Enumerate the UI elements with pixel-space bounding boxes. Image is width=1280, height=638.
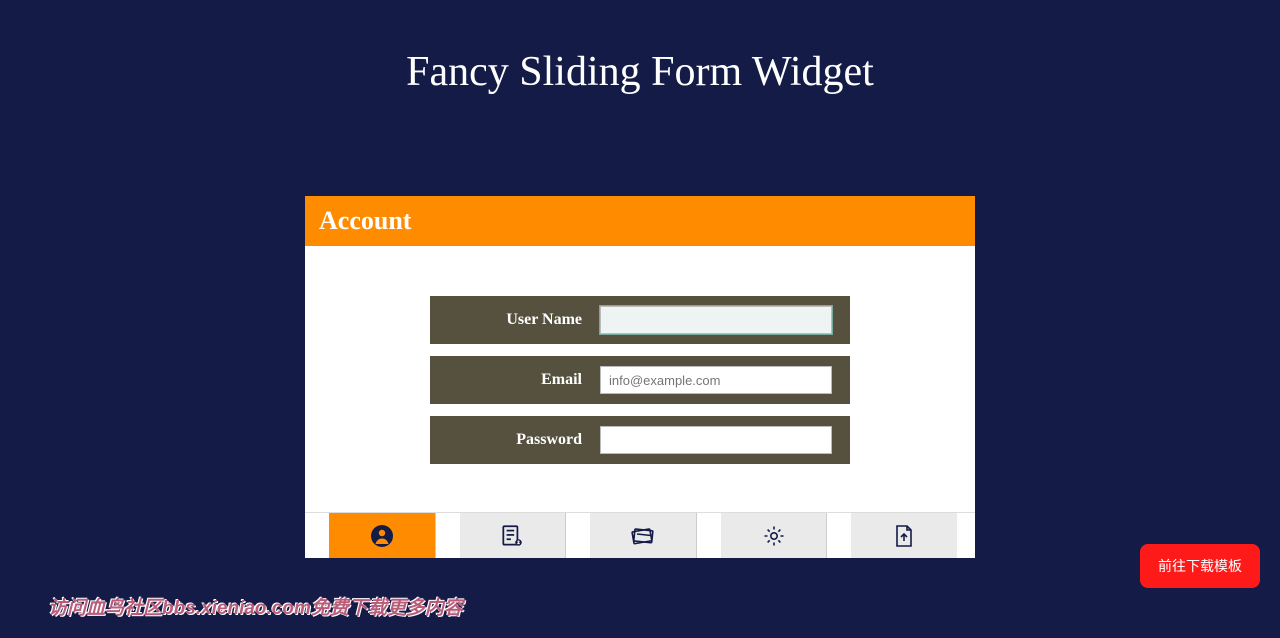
tab-strip <box>305 512 975 558</box>
field-row-username: User Name <box>430 296 850 344</box>
email-input[interactable] <box>600 366 832 394</box>
page-title: Fancy Sliding Form Widget <box>0 0 1280 96</box>
user-icon <box>370 524 394 548</box>
watermark-text: 访问血鸟社区bbs.xieniao.com免费下载更多内容 <box>48 593 463 620</box>
password-label: Password <box>430 431 600 449</box>
email-label: Email <box>430 371 600 389</box>
tab-settings[interactable] <box>721 513 828 558</box>
tab-account[interactable] <box>329 513 436 558</box>
download-template-button[interactable]: 前往下载模板 <box>1140 544 1260 588</box>
tab-document[interactable] <box>460 513 567 558</box>
field-row-email: Email <box>430 356 850 404</box>
tab-payment[interactable] <box>590 513 697 558</box>
gear-icon <box>762 524 786 548</box>
card-icon <box>629 524 657 548</box>
document-icon <box>499 523 525 549</box>
form-widget: Account User Name Email Password <box>305 196 975 558</box>
form-body: User Name Email Password <box>305 246 975 512</box>
field-row-password: Password <box>430 416 850 464</box>
widget-header: Account <box>305 196 975 246</box>
password-input[interactable] <box>600 426 832 454</box>
username-input[interactable] <box>600 306 832 334</box>
tab-upload[interactable] <box>851 513 957 558</box>
upload-icon <box>892 523 916 549</box>
username-label: User Name <box>430 311 600 329</box>
